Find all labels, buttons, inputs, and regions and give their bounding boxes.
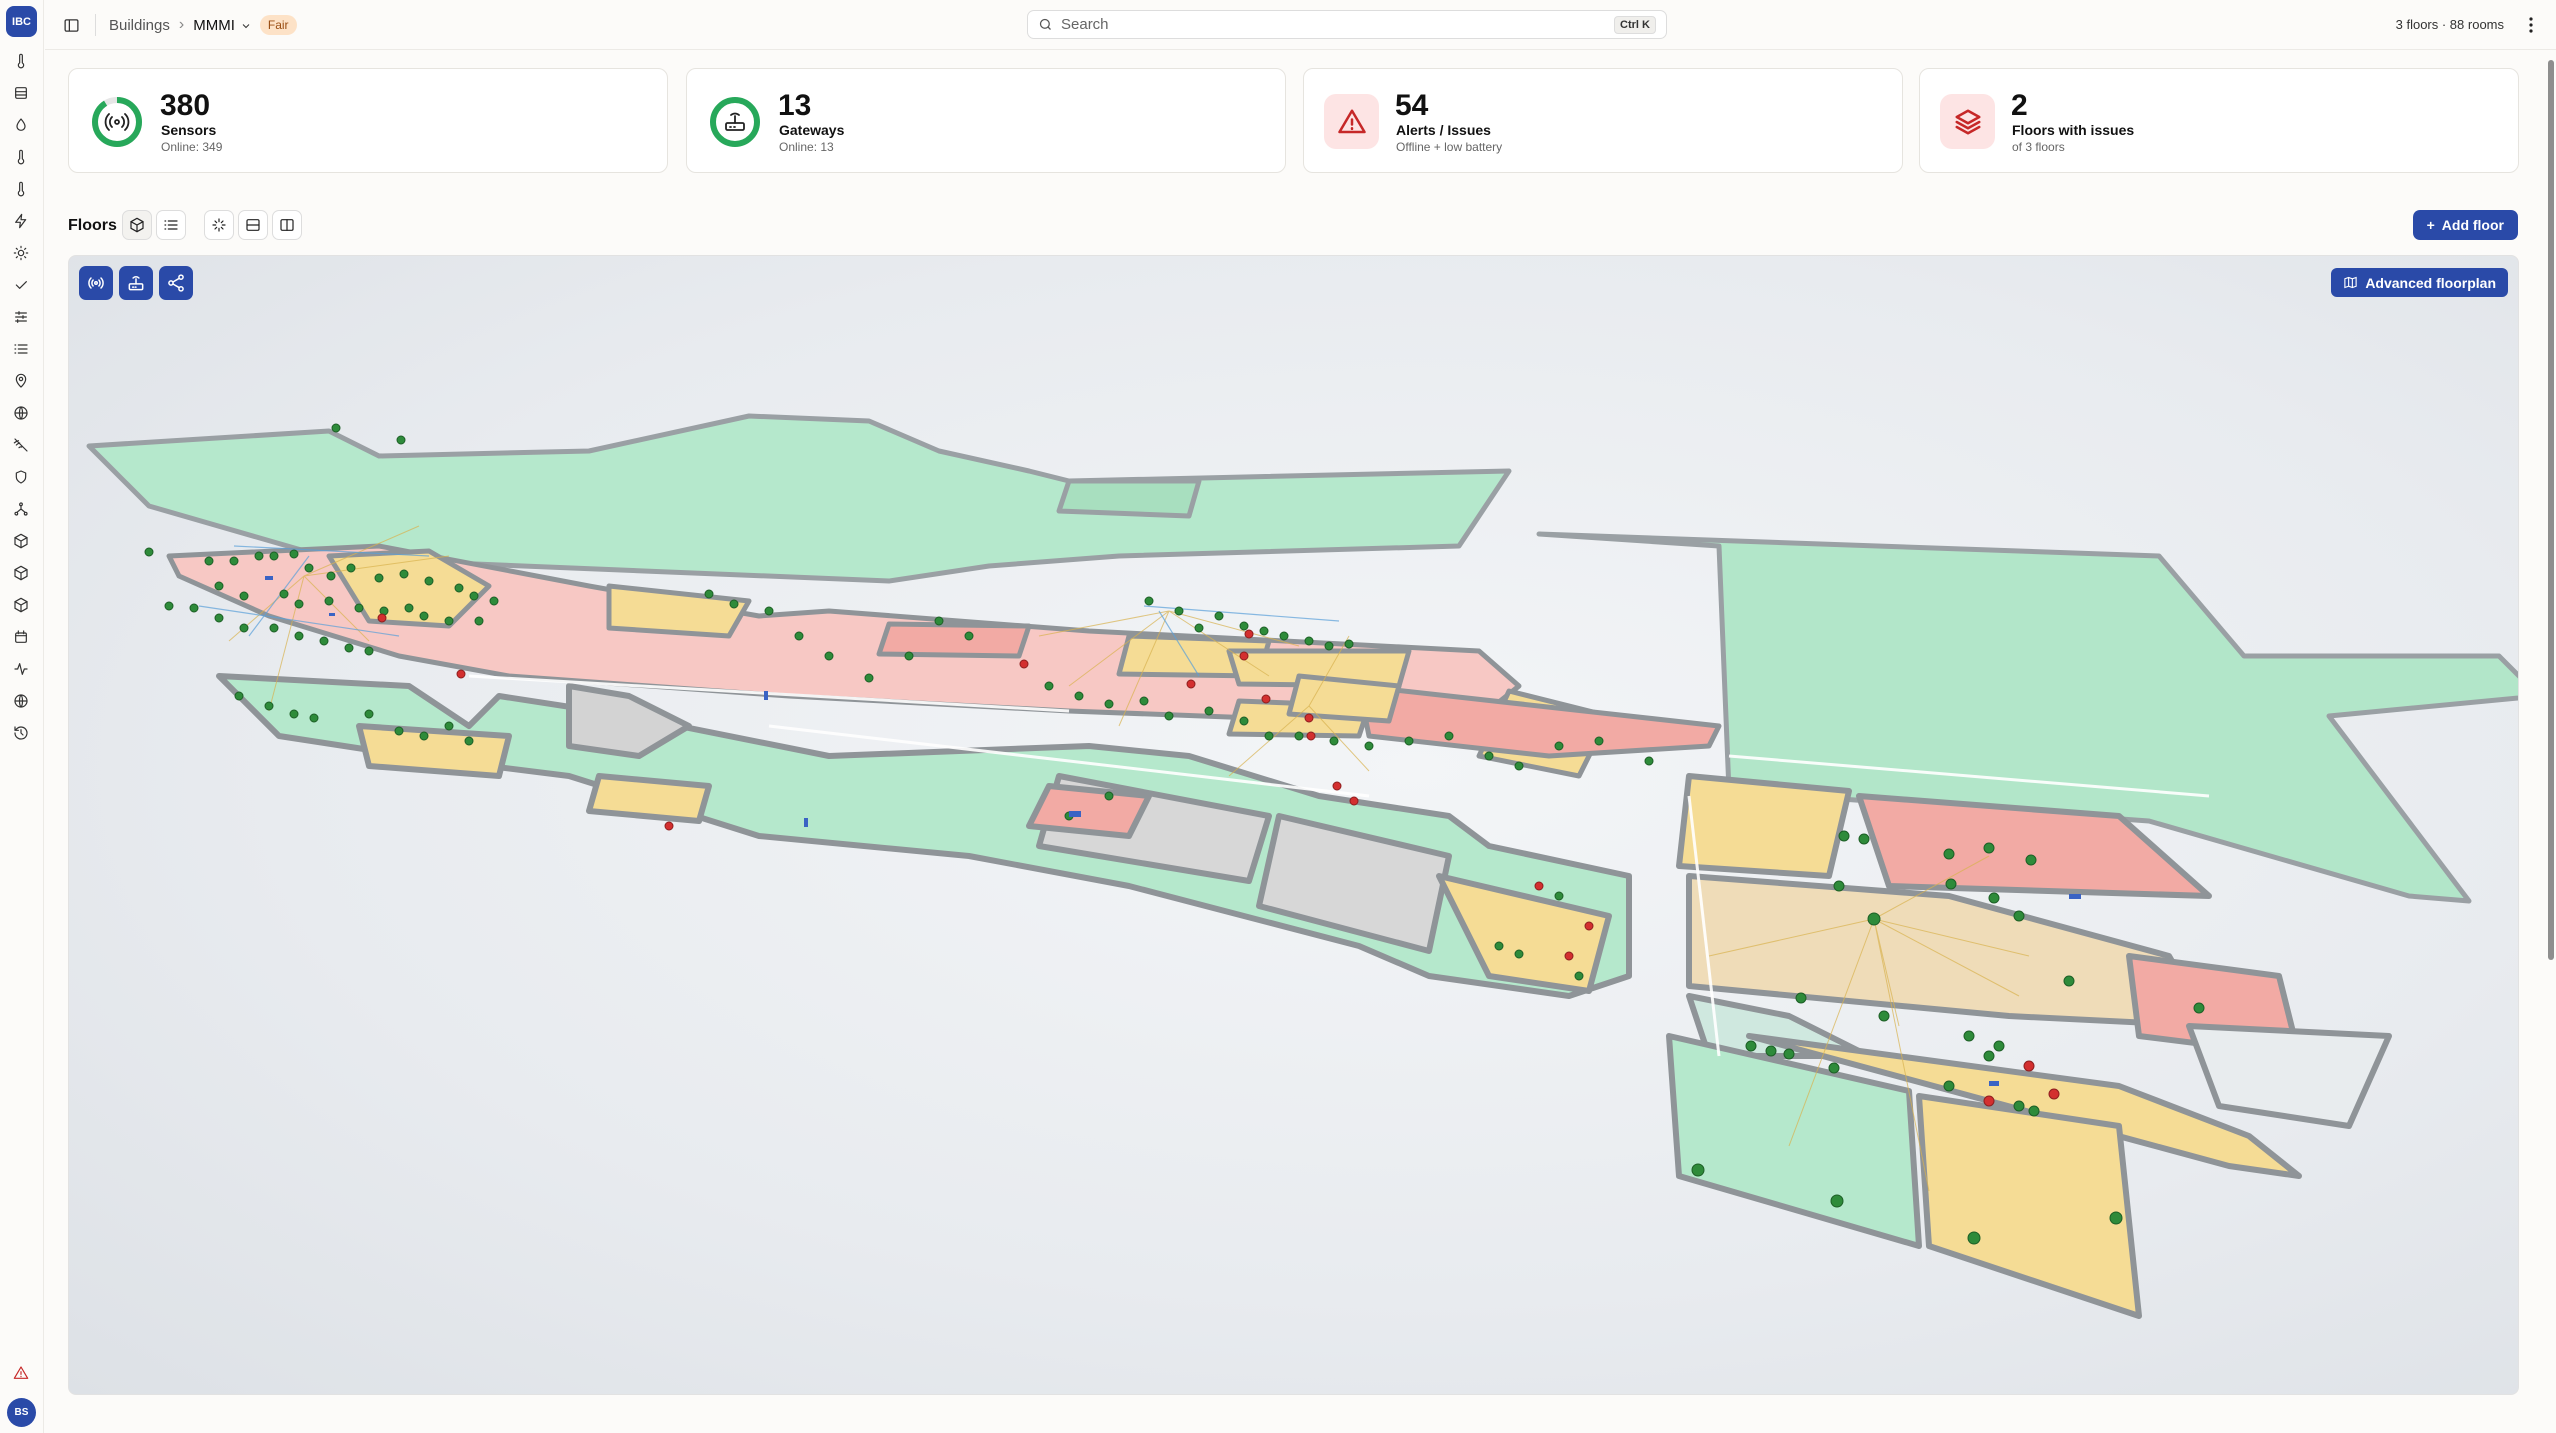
- layers-icon: [1940, 94, 1995, 149]
- package-icon[interactable]: [10, 594, 32, 616]
- calendar-icon[interactable]: [10, 626, 32, 648]
- sensors-ring: [92, 97, 142, 147]
- more-options-icon[interactable]: [2520, 13, 2542, 37]
- breadcrumb-buildings[interactable]: Buildings: [109, 17, 170, 34]
- stat-sub: Online: 349: [161, 140, 223, 154]
- building-summary: 3 floors · 88 rooms: [2395, 17, 2504, 32]
- cube-icon: [130, 217, 144, 233]
- stat-sub: Offline + low battery: [1396, 140, 1503, 154]
- activity-icon[interactable]: [10, 658, 32, 680]
- stat-label: Alerts / Issues: [1396, 122, 1491, 138]
- sensor-icon: [104, 113, 130, 131]
- shield-icon[interactable]: [10, 466, 32, 488]
- stat-value: 13: [778, 89, 812, 122]
- sensor-icon: [88, 277, 104, 289]
- gateways-ring: [710, 97, 760, 147]
- world-icon[interactable]: [10, 690, 32, 712]
- cube-icon[interactable]: [10, 530, 32, 552]
- search-input[interactable]: [1061, 16, 1581, 33]
- check-icon[interactable]: [10, 274, 32, 296]
- list-icon[interactable]: [10, 338, 32, 360]
- location-pin-icon[interactable]: [10, 370, 32, 392]
- top-bar: Buildings › MMMI Fair Ctrl K 3 floors · …: [45, 0, 2556, 50]
- explode-view-button[interactable]: [204, 210, 234, 240]
- view-list-button[interactable]: [156, 210, 186, 240]
- router-icon: [725, 112, 745, 131]
- status-badge: Fair: [259, 15, 297, 35]
- split-horizontal-button[interactable]: [238, 210, 268, 240]
- stat-card-sensors[interactable]: 380 Sensors Online: 349: [68, 68, 668, 173]
- droplet-icon[interactable]: [10, 114, 32, 136]
- thermometer-icon[interactable]: [10, 50, 32, 72]
- advanced-floorplan-label: Advanced floorplan: [2365, 274, 2496, 291]
- sun-icon[interactable]: [10, 242, 32, 264]
- wifi-off-icon[interactable]: [10, 434, 32, 456]
- divider: [95, 14, 96, 36]
- scrollbar-thumb[interactable]: [2548, 60, 2554, 960]
- router-icon: [128, 276, 144, 291]
- floorplan-3d[interactable]: [69, 256, 2519, 1395]
- split-vertical-icon: [280, 219, 294, 231]
- breadcrumb-separator: ›: [178, 16, 185, 33]
- plus-icon: +: [2426, 217, 2435, 233]
- page-scrollbar[interactable]: [2546, 50, 2556, 1433]
- network-icon[interactable]: [10, 498, 32, 520]
- stat-sub: Online: 13: [779, 140, 834, 154]
- temperature-icon[interactable]: [10, 146, 32, 168]
- sensors-layer-button[interactable]: [79, 266, 113, 300]
- map-icon: [2344, 276, 2357, 289]
- breadcrumb-building-name[interactable]: MMMI: [193, 17, 235, 34]
- gateways-layer-button[interactable]: [119, 266, 153, 300]
- view-3d-button[interactable]: [122, 210, 152, 240]
- split-horizontal-icon: [246, 219, 260, 231]
- floors-title: Floors: [68, 217, 117, 234]
- stat-card-alerts[interactable]: 54 Alerts / Issues Offline + low battery: [1303, 68, 1903, 173]
- list-icon: [164, 220, 178, 230]
- stat-label: Gateways: [779, 122, 845, 138]
- add-floor-button[interactable]: + Add floor: [2412, 210, 2518, 240]
- stat-label: Floors with issues: [2012, 122, 2135, 138]
- search-shortcut: Ctrl K: [1614, 16, 1656, 34]
- stat-value: 2: [2011, 89, 2028, 122]
- warning-icon: [1324, 94, 1379, 149]
- stat-card-gateways[interactable]: 13 Gateways Online: 13: [686, 68, 1286, 173]
- user-avatar[interactable]: BS: [7, 1398, 36, 1427]
- left-rail: IBC BS: [0, 0, 44, 1433]
- add-floor-label: Add floor: [2441, 217, 2504, 233]
- advanced-floorplan-button[interactable]: Advanced floorplan: [2331, 268, 2508, 297]
- search-bar[interactable]: Ctrl K: [1027, 10, 1667, 39]
- alert-triangle-icon[interactable]: [10, 1362, 32, 1384]
- split-vertical-button[interactable]: [272, 210, 302, 240]
- breadcrumb: Buildings › MMMI Fair: [109, 14, 297, 36]
- app-logo[interactable]: IBC: [6, 6, 37, 37]
- thermometer-alt-icon[interactable]: [10, 178, 32, 200]
- stat-card-floors-issues[interactable]: 2 Floors with issues of 3 floors: [1919, 68, 2519, 173]
- history-icon[interactable]: [10, 722, 32, 744]
- search-icon: [1039, 18, 1051, 30]
- viewer-layer-toggles: [79, 266, 193, 300]
- sparkle-icon: [212, 218, 226, 232]
- stat-value: 54: [1395, 89, 1429, 122]
- links-layer-button[interactable]: [159, 266, 193, 300]
- building-icon[interactable]: [10, 82, 32, 104]
- stat-sub: of 3 floors: [2012, 140, 2065, 154]
- globe-icon[interactable]: [10, 402, 32, 424]
- sidebar-toggle-icon[interactable]: [59, 13, 83, 37]
- stat-value: 380: [160, 89, 211, 122]
- stat-label: Sensors: [161, 122, 217, 138]
- box-icon[interactable]: [10, 562, 32, 584]
- share-icon: [168, 274, 184, 292]
- lightning-icon[interactable]: [10, 210, 32, 232]
- chevron-down-icon[interactable]: [240, 19, 252, 31]
- floorplan-viewer[interactable]: Advanced floorplan: [68, 255, 2519, 1395]
- sliders-icon[interactable]: [10, 306, 32, 328]
- floors-toolbar: Floors + Add floor: [68, 210, 2518, 242]
